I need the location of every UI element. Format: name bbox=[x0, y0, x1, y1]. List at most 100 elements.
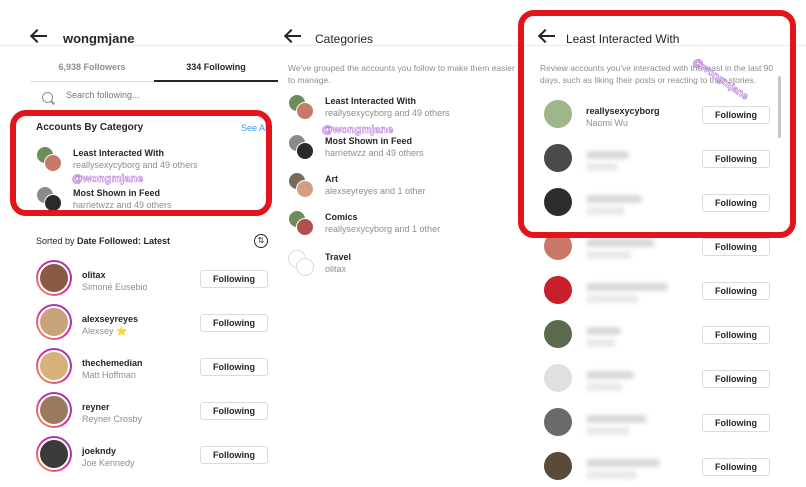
user-fullname: Matt Hoffman bbox=[82, 370, 136, 380]
user-row[interactable]: reyner Reyner Crosby Following bbox=[36, 392, 278, 432]
avatar-image bbox=[542, 362, 574, 394]
user-row[interactable]: Following bbox=[540, 404, 784, 444]
profile-username: wongmjane bbox=[63, 31, 135, 46]
following-button[interactable]: Following bbox=[200, 270, 268, 288]
user-fullname: Naomi Wu bbox=[586, 118, 628, 128]
following-button[interactable]: Following bbox=[702, 238, 770, 256]
following-button[interactable]: Following bbox=[200, 358, 268, 376]
category-item[interactable]: Most Shown in Feed harrietwzz and 49 othe… bbox=[288, 134, 523, 172]
user-username[interactable]: reyner bbox=[82, 402, 110, 412]
back-arrow-icon[interactable] bbox=[538, 29, 556, 43]
user-row[interactable]: Following bbox=[540, 448, 784, 487]
blurred-username bbox=[586, 283, 668, 291]
user-username[interactable]: reallysexycyborg bbox=[586, 106, 660, 116]
avatar[interactable] bbox=[36, 392, 72, 428]
user-username[interactable]: olitax bbox=[82, 270, 106, 280]
avatar[interactable] bbox=[36, 304, 72, 340]
category-most-shown[interactable]: Most Shown in Feed harrietwzz and 49 oth… bbox=[36, 186, 266, 224]
following-button[interactable]: Following bbox=[200, 402, 268, 420]
category-subtitle: reallysexycyborg and 49 others bbox=[325, 108, 450, 118]
user-row[interactable]: Following bbox=[540, 228, 784, 268]
follow-tabs: 6,938 Followers 334 Following bbox=[30, 56, 278, 82]
avatar-image bbox=[38, 350, 70, 382]
user-row[interactable]: alexseyreyes Alexsey ⭐ Following bbox=[36, 304, 278, 344]
avatar-image bbox=[38, 306, 70, 338]
category-avatar bbox=[288, 250, 314, 276]
see-all-link[interactable]: See All bbox=[241, 123, 269, 133]
avatar[interactable] bbox=[540, 140, 576, 176]
user-row[interactable]: thechemedian Matt Hoffman Following bbox=[36, 348, 278, 388]
user-row[interactable]: Following bbox=[540, 316, 784, 356]
user-row[interactable]: Following bbox=[540, 140, 784, 180]
tab-followers[interactable]: 6,938 Followers bbox=[30, 56, 154, 82]
category-name: Travel bbox=[325, 252, 352, 262]
category-item[interactable]: Travel olitax bbox=[288, 250, 523, 288]
following-button[interactable]: Following bbox=[702, 414, 770, 432]
avatar[interactable] bbox=[36, 436, 72, 472]
user-username[interactable]: thechemedian bbox=[82, 358, 143, 368]
category-item[interactable]: Comics reallysexycyborg and 1 other bbox=[288, 210, 523, 248]
avatar[interactable] bbox=[540, 448, 576, 484]
following-button[interactable]: Following bbox=[200, 446, 268, 464]
avatar[interactable] bbox=[540, 228, 576, 264]
category-name: Least Interacted With bbox=[325, 96, 416, 106]
blurred-username bbox=[586, 459, 660, 467]
category-avatar bbox=[36, 186, 62, 212]
categories-header: Categories bbox=[278, 0, 528, 46]
user-row[interactable]: Following bbox=[540, 272, 784, 312]
avatar[interactable] bbox=[540, 404, 576, 440]
sort-prefix: Sorted by bbox=[36, 236, 78, 246]
category-name: Most Shown in Feed bbox=[325, 136, 412, 146]
least-interacted-description: Review accounts you've interacted with t… bbox=[540, 63, 774, 85]
avatar[interactable] bbox=[540, 316, 576, 352]
category-item[interactable]: Art alexseyreyes and 1 other bbox=[288, 172, 523, 210]
categories-panel: Categories We've grouped the accounts yo… bbox=[278, 0, 528, 487]
user-username[interactable]: joekndy bbox=[82, 446, 116, 456]
avatar-image bbox=[542, 98, 574, 130]
user-row[interactable]: olitax Simoné Eusebio Following bbox=[36, 260, 278, 300]
avatar[interactable] bbox=[36, 348, 72, 384]
avatar-image bbox=[542, 450, 574, 482]
category-subtitle: alexseyreyes and 1 other bbox=[325, 186, 426, 196]
avatar[interactable] bbox=[36, 260, 72, 296]
following-button[interactable]: Following bbox=[702, 150, 770, 168]
user-row[interactable]: reallysexycyborg Naomi Wu Following bbox=[540, 96, 784, 136]
avatar-image bbox=[542, 230, 574, 262]
back-arrow-icon[interactable] bbox=[284, 29, 302, 43]
category-avatar bbox=[288, 172, 314, 198]
search-input[interactable] bbox=[66, 90, 266, 100]
following-button[interactable]: Following bbox=[702, 326, 770, 344]
avatar[interactable] bbox=[540, 272, 576, 308]
user-row[interactable]: Following bbox=[540, 360, 784, 400]
blurred-fullname bbox=[586, 163, 618, 171]
blurred-fullname bbox=[586, 207, 625, 215]
category-least-interacted[interactable]: Least Interacted With reallysexycyborg a… bbox=[36, 146, 266, 184]
category-subtitle: olitax bbox=[325, 264, 347, 274]
user-row[interactable]: joekndy Joe Kennedy Following bbox=[36, 436, 278, 476]
blurred-fullname bbox=[586, 295, 639, 303]
following-button[interactable]: Following bbox=[702, 282, 770, 300]
avatar[interactable] bbox=[540, 360, 576, 396]
avatar[interactable] bbox=[540, 96, 576, 132]
user-row[interactable]: Following bbox=[540, 184, 784, 224]
following-button[interactable]: Following bbox=[702, 106, 770, 124]
following-button[interactable]: Following bbox=[702, 458, 770, 476]
search-bar bbox=[30, 88, 278, 110]
avatar-image bbox=[38, 262, 70, 294]
avatar[interactable] bbox=[540, 184, 576, 220]
user-fullname: Simoné Eusebio bbox=[82, 282, 148, 292]
tab-following[interactable]: 334 Following bbox=[154, 56, 278, 82]
following-button[interactable]: Following bbox=[200, 314, 268, 332]
category-subtitle: reallysexycyborg and 49 others bbox=[73, 160, 198, 170]
category-subtitle: harrietwzz and 49 others bbox=[73, 200, 172, 210]
sort-toggle-icon[interactable]: ⇅ bbox=[254, 234, 268, 248]
avatar-image bbox=[542, 406, 574, 438]
blurred-fullname bbox=[586, 383, 623, 391]
following-button[interactable]: Following bbox=[702, 194, 770, 212]
user-username[interactable]: alexseyreyes bbox=[82, 314, 138, 324]
blurred-username bbox=[586, 371, 634, 379]
blurred-fullname bbox=[586, 339, 616, 347]
avatar-image bbox=[542, 142, 574, 174]
following-button[interactable]: Following bbox=[702, 370, 770, 388]
back-arrow-icon[interactable] bbox=[30, 29, 48, 43]
